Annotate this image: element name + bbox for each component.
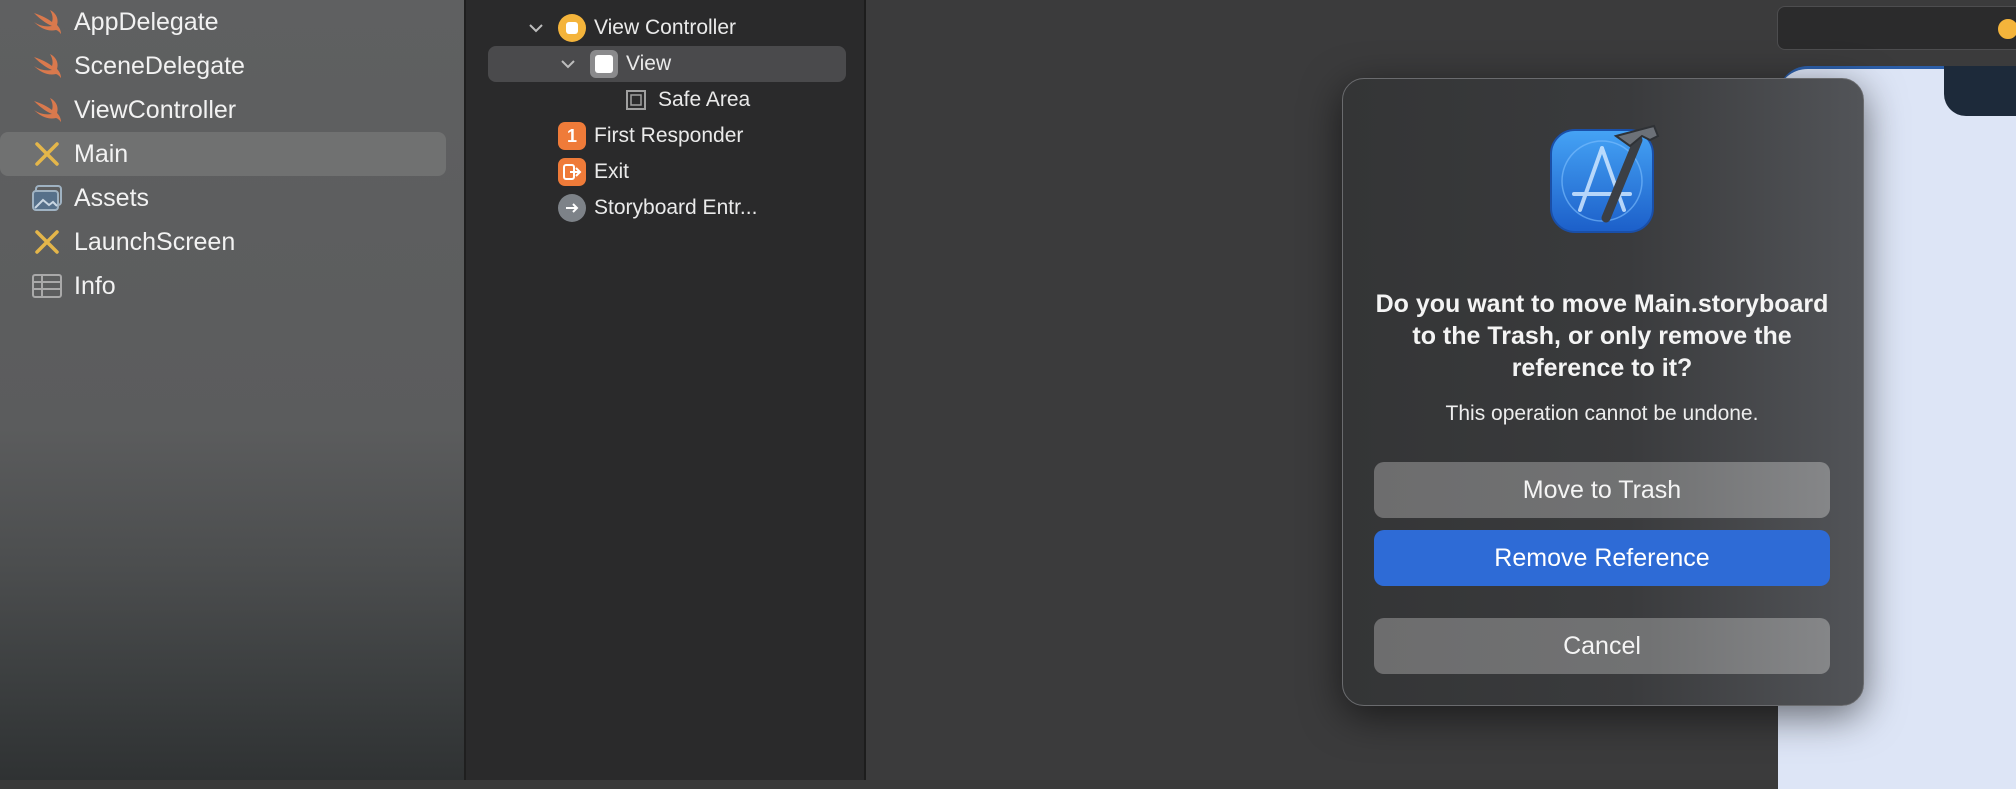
outline-item-label: View <box>626 52 672 75</box>
device-notch <box>1944 66 2016 116</box>
dialog-title: Do you want to move Main.storyboard to t… <box>1375 290 1829 382</box>
remove-reference-button[interactable]: Remove Reference <box>1374 530 1830 586</box>
cancel-button[interactable]: Cancel <box>1374 618 1830 674</box>
nav-item-label: SceneDelegate <box>74 51 245 80</box>
project-navigator: AppDelegate SceneDelegate ViewController… <box>0 0 466 780</box>
nav-item-appdelegate[interactable]: AppDelegate <box>0 0 446 44</box>
safe-area-icon <box>622 86 650 114</box>
nav-item-info[interactable]: Info <box>0 264 446 308</box>
view-controller-icon <box>558 14 586 42</box>
xcode-app-icon <box>1546 118 1666 238</box>
nav-item-label: LaunchScreen <box>74 227 236 256</box>
document-outline <box>466 0 866 780</box>
outline-item-exit[interactable]: Exit <box>594 155 629 189</box>
nav-item-label: Assets <box>74 183 150 212</box>
outline-item-storyboard-entry[interactable]: Storyboard Entr... <box>594 191 757 225</box>
nav-item-label: ViewController <box>74 95 237 124</box>
outline-item-label: Storyboard Entr... <box>594 196 758 219</box>
storyboard-entry-icon <box>558 194 586 222</box>
storyboard-file-icon <box>30 225 64 259</box>
nav-item-label: Info <box>74 271 116 300</box>
nav-item-assets[interactable]: Assets <box>0 176 446 220</box>
asset-catalog-icon <box>30 181 64 215</box>
outline-item-view-controller[interactable]: View Controller <box>594 11 736 45</box>
exit-icon <box>558 158 586 186</box>
nav-item-label: Main <box>74 139 129 168</box>
outline-item-label: Exit <box>594 160 630 183</box>
view-controller-dot-icon <box>1996 17 2016 41</box>
swift-file-icon <box>30 93 64 127</box>
first-responder-icon: 1 <box>558 122 586 150</box>
swift-file-icon <box>30 5 64 39</box>
outline-item-label: Safe Area <box>658 88 751 111</box>
nav-item-scenedelegate[interactable]: SceneDelegate <box>0 44 446 88</box>
canvas-scene-bar[interactable] <box>1777 6 2016 50</box>
first-responder-glyph: 1 <box>566 125 577 146</box>
nav-item-viewcontroller[interactable]: ViewController <box>0 88 446 132</box>
view-icon <box>590 50 618 78</box>
nav-item-label: AppDelegate <box>74 7 219 36</box>
move-to-trash-button[interactable]: Move to Trash <box>1374 462 1830 518</box>
storyboard-file-icon <box>30 137 64 171</box>
nav-item-main[interactable]: Main <box>0 132 446 176</box>
outline-item-safe-area[interactable]: Safe Area <box>658 83 750 117</box>
outline-item-view[interactable]: View <box>626 47 671 81</box>
chevron-down-icon[interactable] <box>558 54 578 74</box>
outline-item-first-responder[interactable]: First Responder <box>594 119 743 153</box>
outline-item-label: View Controller <box>594 16 737 39</box>
dialog-message: This operation cannot be undone. <box>1445 402 1759 425</box>
outline-item-label: First Responder <box>594 124 744 147</box>
nav-item-launchscreen[interactable]: LaunchScreen <box>0 220 446 264</box>
chevron-down-icon[interactable] <box>526 18 546 38</box>
plist-file-icon <box>30 269 64 303</box>
swift-file-icon <box>30 49 64 83</box>
